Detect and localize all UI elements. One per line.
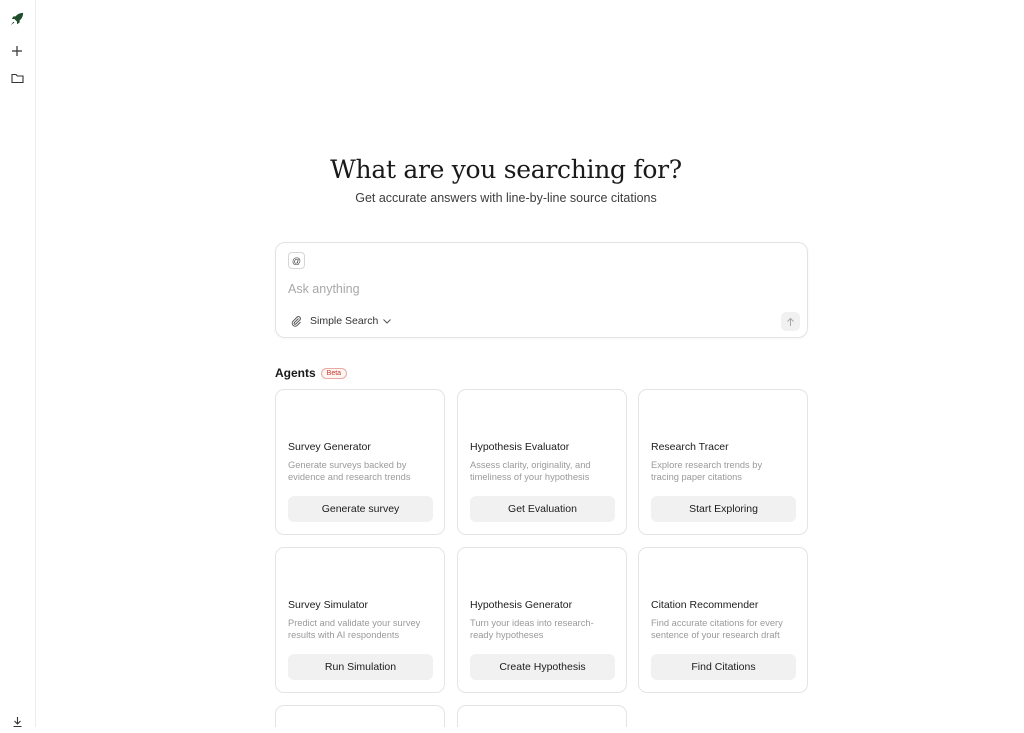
- mention-button[interactable]: @: [288, 252, 305, 269]
- sidebar: [0, 0, 36, 728]
- agent-card-title: Survey Simulator: [288, 599, 368, 611]
- run-simulation-button[interactable]: Run Simulation: [288, 654, 433, 680]
- page-title: What are you searching for?: [330, 155, 682, 184]
- send-button[interactable]: [781, 312, 800, 331]
- start-exploring-button[interactable]: Start Exploring: [651, 496, 796, 522]
- search-mode-label: Simple Search: [310, 315, 379, 327]
- folder-icon[interactable]: [6, 67, 28, 89]
- agent-card-description: Generate surveys backed by evidence and …: [288, 460, 411, 482]
- agent-card-survey-generator[interactable]: Survey Generator Generate surveys backed…: [275, 389, 445, 535]
- agent-card-title: Research Tracer: [651, 441, 729, 453]
- paperclip-icon[interactable]: [288, 313, 304, 329]
- agent-card-description: Assess clarity, originality, and timelin…: [470, 460, 591, 482]
- chevron-down-icon: [383, 318, 392, 324]
- agent-card-description: Turn your ideas into research-ready hypo…: [470, 618, 594, 640]
- agent-card-description: Find accurate citations for every senten…: [651, 618, 783, 640]
- download-icon[interactable]: [6, 711, 28, 733]
- agent-card-title: Hypothesis Evaluator: [470, 441, 570, 453]
- search-box: @ Simple Search: [275, 242, 808, 338]
- page-subtitle: Get accurate answers with line-by-line s…: [355, 191, 657, 205]
- agent-card-partial[interactable]: [457, 705, 627, 727]
- rocket-icon[interactable]: [6, 8, 28, 30]
- agent-card-hypothesis-generator[interactable]: Hypothesis Generator Turn your ideas int…: [457, 547, 627, 693]
- search-input[interactable]: [288, 279, 768, 299]
- agent-card-title: Citation Recommender: [651, 599, 759, 611]
- agent-card-survey-simulator[interactable]: Survey Simulator Predict and validate yo…: [275, 547, 445, 693]
- arrow-up-icon: [787, 317, 794, 326]
- agent-card-description: Explore research trends by tracing paper…: [651, 460, 763, 482]
- search-mode-select[interactable]: Simple Search: [310, 313, 392, 329]
- agent-card-description: Predict and validate your survey results…: [288, 618, 421, 640]
- agent-card-citation-recommender[interactable]: Citation Recommender Find accurate citat…: [638, 547, 808, 693]
- agent-card-title: Hypothesis Generator: [470, 599, 573, 611]
- agent-card-partial[interactable]: [275, 705, 445, 727]
- agent-card-title: Survey Generator: [288, 441, 371, 453]
- create-hypothesis-button[interactable]: Create Hypothesis: [470, 654, 615, 680]
- plus-icon[interactable]: [6, 40, 28, 62]
- find-citations-button[interactable]: Find Citations: [651, 654, 796, 680]
- agent-card-research-tracer[interactable]: Research Tracer Explore research trends …: [638, 389, 808, 535]
- get-evaluation-button[interactable]: Get Evaluation: [470, 496, 615, 522]
- agent-card-hypothesis-evaluator[interactable]: Hypothesis Evaluator Assess clarity, ori…: [457, 389, 627, 535]
- generate-survey-button[interactable]: Generate survey: [288, 496, 433, 522]
- beta-badge: Beta: [320, 367, 348, 379]
- agents-title: Agents: [275, 366, 316, 380]
- agents-header: Agents Beta: [275, 366, 348, 380]
